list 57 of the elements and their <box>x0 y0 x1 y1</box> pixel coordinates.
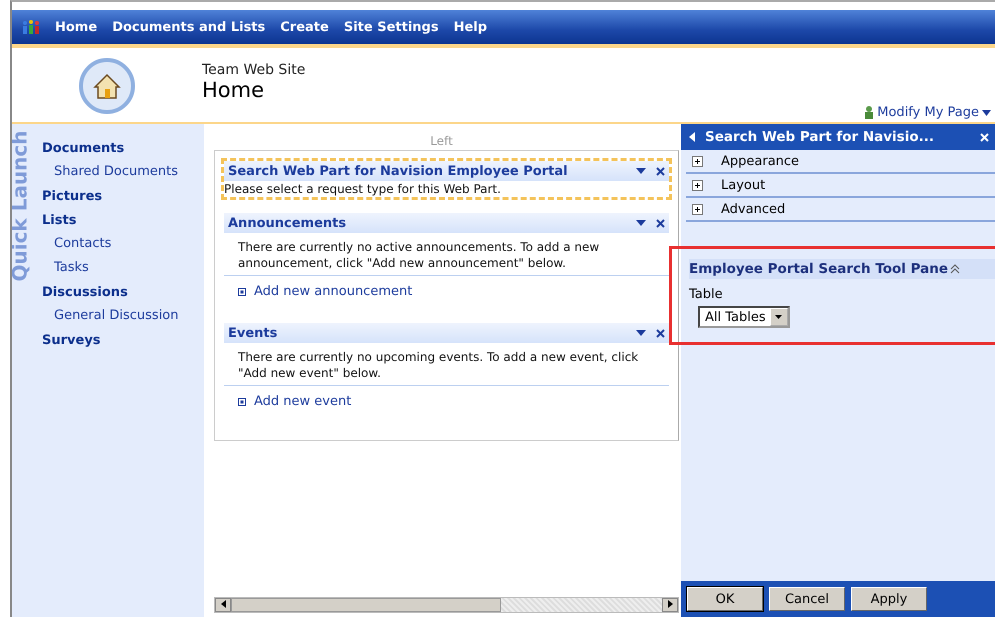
collapse-chevron-icon[interactable] <box>950 264 960 274</box>
quick-launch-link[interactable]: Contacts <box>42 231 112 257</box>
quick-launch-heading[interactable]: Surveys <box>42 329 101 353</box>
quick-launch-link[interactable]: Tasks <box>42 255 89 281</box>
left-arrow-icon <box>220 600 226 608</box>
tool-pane-title: Search Web Part for Navisio... <box>705 129 936 145</box>
web-part-message: There are currently no active announcements. To add a new announcement, click "Add new announcement" below. <box>224 233 669 276</box>
close-icon[interactable] <box>656 218 665 228</box>
site-name: Team Web Site <box>202 62 306 78</box>
people-logo-icon <box>22 19 40 35</box>
close-icon[interactable] <box>656 328 665 338</box>
collapse-arrow-icon[interactable] <box>689 132 695 142</box>
right-arrow-icon <box>668 600 672 608</box>
nav-link[interactable]: Site Settings <box>344 20 439 34</box>
pane-button[interactable]: Cancel <box>769 587 845 611</box>
dropdown-arrow-icon[interactable] <box>636 168 646 174</box>
tool-pane-section[interactable]: Layout <box>721 178 766 193</box>
tool-pane-section[interactable]: Appearance <box>721 154 800 169</box>
page-title: Home <box>202 78 266 102</box>
bullet-icon <box>238 288 246 296</box>
close-icon[interactable] <box>656 166 665 176</box>
tool-pane-section-title: Employee Portal Search Tool Pane <box>689 261 948 277</box>
person-icon <box>864 106 874 119</box>
bullet-icon <box>238 398 246 406</box>
nav-link[interactable]: Help <box>454 20 488 34</box>
web-part-title: Search Web Part for Navision Employee Portal <box>228 164 569 178</box>
caret-icon <box>982 110 991 116</box>
quick-launch-heading[interactable]: Pictures <box>42 185 102 209</box>
horizontal-scrollbar[interactable] <box>214 597 679 613</box>
quick-launch-heading[interactable]: Documents <box>42 137 124 161</box>
nav-link[interactable]: Documents and Lists <box>112 20 266 34</box>
quick-launch-link[interactable]: General Discussion <box>42 303 178 329</box>
table-dropdown[interactable]: All Tables <box>698 306 790 328</box>
home-icon <box>79 58 135 114</box>
nav-link[interactable]: Home <box>55 20 98 34</box>
modify-page-link[interactable]: Modify My Page <box>864 105 991 120</box>
pane-button[interactable]: OK <box>687 587 763 611</box>
quick-launch-heading[interactable]: Discussions <box>42 281 128 305</box>
quick-launch-link[interactable]: Shared Documents <box>42 159 178 185</box>
dropdown-arrow-icon[interactable] <box>636 330 646 336</box>
pane-button[interactable]: Apply <box>851 587 927 611</box>
zone-title: Left <box>429 133 454 150</box>
expand-icon[interactable] <box>692 204 703 215</box>
web-part-title: Announcements <box>228 216 348 230</box>
caret-icon <box>775 315 782 319</box>
expand-icon[interactable] <box>692 180 703 191</box>
tool-pane-section[interactable]: Advanced <box>721 202 786 217</box>
quick-launch-heading[interactable]: Lists <box>42 209 76 233</box>
add-new-link[interactable]: Add new event <box>254 394 352 409</box>
nav-link[interactable]: Create <box>280 20 329 34</box>
web-part-message: There are currently no upcoming events. To add a new event, click "Add new event" below. <box>224 343 669 386</box>
add-new-link[interactable]: Add new announcement <box>254 284 412 299</box>
expand-icon[interactable] <box>692 156 703 167</box>
web-part-title: Events <box>228 326 278 340</box>
dropdown-arrow-icon[interactable] <box>636 220 646 226</box>
web-part-message: Please select a request type for this Web Part. <box>224 181 502 197</box>
field-label: Table <box>689 286 724 304</box>
